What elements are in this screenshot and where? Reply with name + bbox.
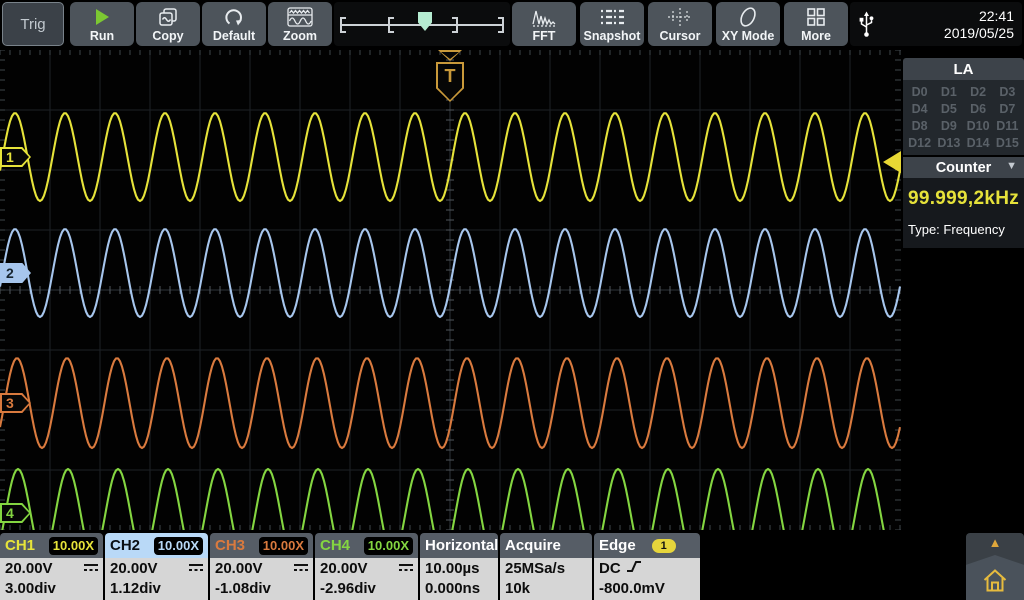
hpos-right-bracket: [498, 17, 504, 33]
copy-button[interactable]: Copy: [136, 2, 200, 46]
clock-panel: 22:41 2019/05/25: [850, 2, 1022, 46]
home-panel: ▲: [966, 533, 1024, 600]
channel3-marker[interactable]: 3: [0, 393, 31, 413]
collapse-up-button[interactable]: ▲: [966, 536, 1024, 550]
probe-ratio-badge: 10.00X: [49, 537, 98, 555]
la-d0[interactable]: D0: [905, 85, 934, 99]
channel1-marker[interactable]: 1: [0, 147, 31, 167]
la-d14[interactable]: D14: [964, 136, 993, 150]
la-d8[interactable]: D8: [905, 119, 934, 133]
la-d12[interactable]: D12: [905, 136, 934, 150]
reset-arrow-icon: [223, 6, 245, 28]
vertical-scale: 20.00V: [110, 559, 158, 579]
clock-date: 2019/05/25: [944, 25, 1014, 42]
la-d7[interactable]: D7: [993, 102, 1022, 116]
channel4-panel[interactable]: CH4 10.00X 20.00V -2.96div: [315, 533, 418, 600]
trigger-level: -800.0mV: [599, 579, 665, 599]
channel3-panel[interactable]: CH3 10.00X 20.00V -1.08div: [210, 533, 313, 600]
vertical-offset: -1.08div: [215, 579, 271, 599]
vertical-offset: 3.00div: [5, 579, 56, 599]
more-button[interactable]: More: [784, 2, 848, 46]
dc-coupling-icon: [189, 564, 203, 575]
dc-coupling-icon: [399, 564, 413, 575]
la-d11[interactable]: D11: [993, 119, 1022, 133]
snapshot-list-icon: [599, 6, 625, 28]
vertical-offset: -2.96div: [320, 579, 376, 599]
la-d13[interactable]: D13: [934, 136, 963, 150]
trigger-edge-panel[interactable]: Edge 1 DC -800.0mV: [594, 533, 700, 600]
cursor-button[interactable]: Cursor: [648, 2, 712, 46]
home-button[interactable]: [981, 567, 1009, 599]
channel2-marker[interactable]: 2: [0, 263, 31, 283]
right-sidebar: LA D0 D1 D2 D3 D4 D5 D6 D7 D8 D9 D10 D11…: [903, 50, 1024, 530]
timebase-delay: 0.000ns: [425, 579, 480, 599]
la-d1[interactable]: D1: [934, 85, 963, 99]
la-digital-channels: D0 D1 D2 D3 D4 D5 D6 D7 D8 D9 D10 D11 D1…: [903, 80, 1024, 155]
la-d9[interactable]: D9: [934, 119, 963, 133]
trigger-level-arrow[interactable]: [883, 151, 901, 173]
hpos-trigger-marker[interactable]: [418, 12, 432, 31]
memory-depth: 10k: [505, 579, 530, 599]
oscilloscope-screen: Trig Run Copy: [0, 0, 1024, 600]
vertical-scale: 20.00V: [5, 559, 53, 579]
horizontal-position-indicator[interactable]: [334, 2, 510, 46]
channel2-panel[interactable]: CH2 10.00X 20.00V 1.12div: [105, 533, 208, 600]
graticule-and-waveforms: [0, 50, 901, 530]
probe-ratio-badge: 10.00X: [154, 537, 203, 555]
probe-ratio-badge: 10.00X: [259, 537, 308, 555]
probe-ratio-badge: 10.00X: [364, 537, 413, 555]
counter-value: 99.999,2kHz: [903, 188, 1024, 210]
timebase-scale: 10.00µs: [425, 559, 480, 579]
trigger-source-badge: 1: [652, 539, 676, 553]
la-d3[interactable]: D3: [993, 85, 1022, 99]
hpos-left-bracket: [340, 17, 346, 33]
la-d4[interactable]: D4: [905, 102, 934, 116]
channel1-panel[interactable]: CH1 10.00X 20.00V 3.00div: [0, 533, 103, 600]
default-button[interactable]: Default: [202, 2, 266, 46]
chevron-down-icon: ▼: [1006, 160, 1017, 172]
counter-panel-header[interactable]: Counter ▼: [903, 157, 1024, 178]
la-d2[interactable]: D2: [964, 85, 993, 99]
dc-coupling-icon: [84, 564, 98, 575]
sample-rate: 25MSa/s: [505, 559, 565, 579]
play-icon: [93, 6, 111, 28]
trigger-position-marker[interactable]: T: [435, 50, 465, 104]
fft-spectrum-icon: [531, 6, 557, 28]
snapshot-button[interactable]: Snapshot: [580, 2, 644, 46]
usb-icon: [858, 11, 875, 43]
waveform-display[interactable]: T 1 2 3 4: [0, 50, 901, 530]
trigger-label: T: [436, 62, 464, 90]
horizontal-panel[interactable]: Horizontal 10.00µs 0.000ns: [420, 533, 498, 600]
clock-time: 22:41: [944, 8, 1014, 25]
counter-type: Type: Frequency: [908, 222, 1024, 237]
acquire-panel[interactable]: Acquire 25MSa/s 10k: [500, 533, 592, 600]
copy-icon: [157, 6, 179, 28]
trigger-coupling: DC: [599, 559, 621, 579]
la-panel-header[interactable]: LA: [903, 58, 1024, 80]
vertical-scale: 20.00V: [215, 559, 263, 579]
fft-button[interactable]: FFT: [512, 2, 576, 46]
xy-ellipse-icon: [736, 6, 760, 28]
hpos-window-right-bracket: [452, 17, 458, 33]
rising-edge-icon: [626, 559, 642, 580]
bottom-status-bar: CH1 10.00X 20.00V 3.00div CH2 10.00X 20.…: [0, 533, 1024, 600]
dc-coupling-icon: [294, 564, 308, 575]
la-d15[interactable]: D15: [993, 136, 1022, 150]
top-toolbar: Trig Run Copy: [0, 0, 1024, 48]
more-grid-icon: [806, 6, 826, 28]
hpos-window-left-bracket: [388, 17, 394, 33]
run-button[interactable]: Run: [70, 2, 134, 46]
cursor-crosshair-icon: [667, 6, 693, 28]
xy-mode-button[interactable]: XY Mode: [716, 2, 780, 46]
counter-panel: 99.999,2kHz Type: Frequency: [903, 178, 1024, 248]
trig-button[interactable]: Trig: [2, 2, 64, 46]
vertical-offset: 1.12div: [110, 579, 161, 599]
la-d5[interactable]: D5: [934, 102, 963, 116]
la-d6[interactable]: D6: [964, 102, 993, 116]
zoom-window-icon: [287, 6, 313, 28]
vertical-scale: 20.00V: [320, 559, 368, 579]
la-d10[interactable]: D10: [964, 119, 993, 133]
zoom-button[interactable]: Zoom: [268, 2, 332, 46]
channel4-marker[interactable]: 4: [0, 503, 31, 523]
